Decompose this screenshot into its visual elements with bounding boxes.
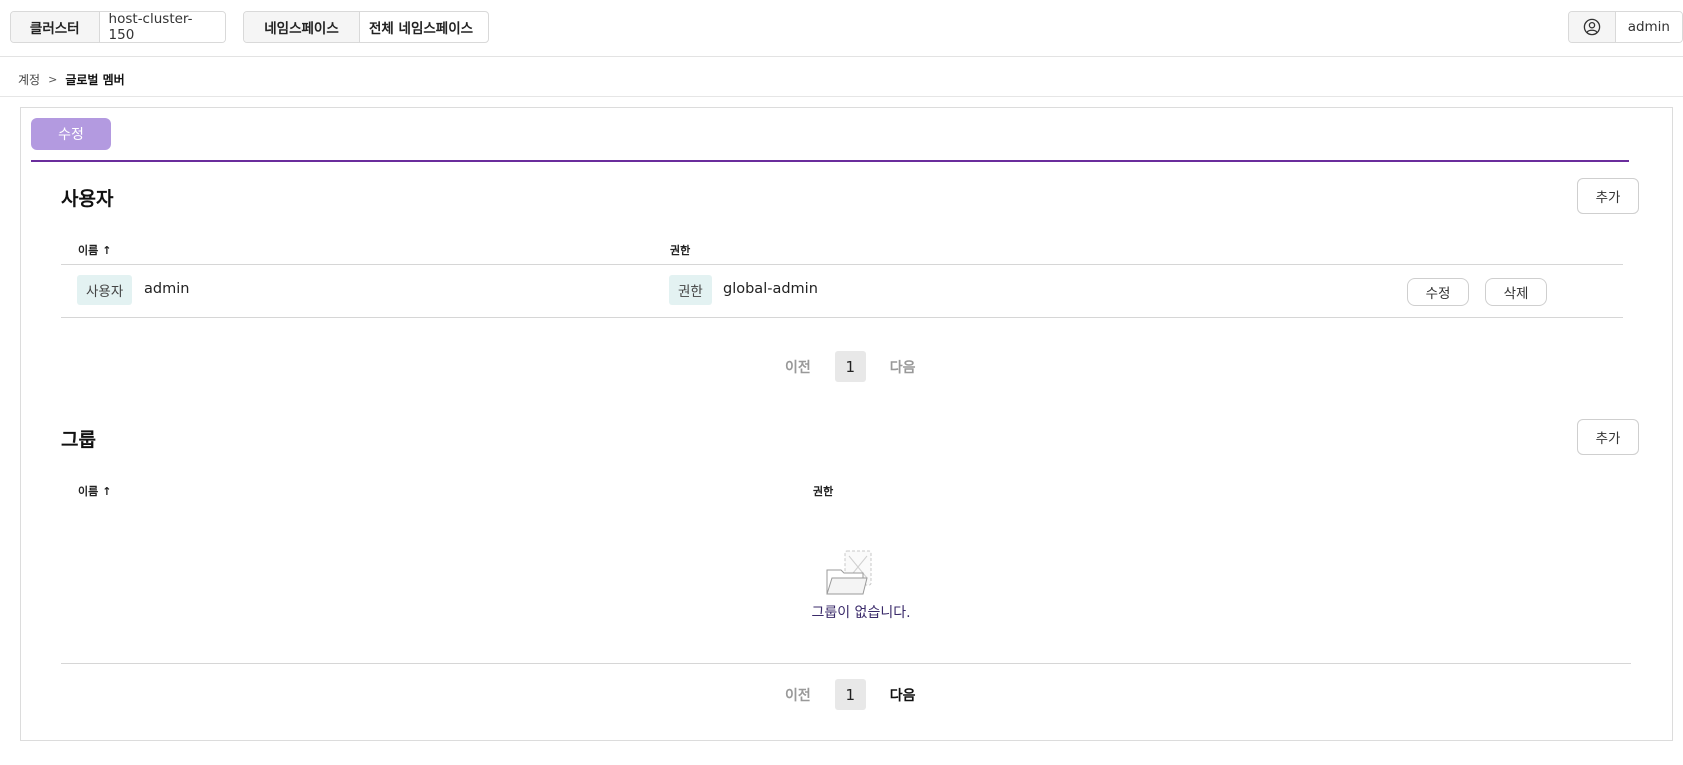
groups-pager: 이전 1 다음	[785, 679, 916, 710]
user-icon-cell[interactable]	[1569, 12, 1615, 42]
empty-folder-icon	[826, 550, 872, 595]
groups-bottom-divider	[61, 663, 1631, 664]
top-bar: 클러스터 host-cluster-150 네임스페이스 전체 네임스페이스 a…	[0, 0, 1683, 57]
user-menu[interactable]: admin	[1568, 11, 1683, 43]
users-header-divider	[61, 264, 1623, 265]
chevron-right-icon: >	[48, 72, 58, 86]
user-circle-icon	[1583, 18, 1601, 36]
users-row-divider	[61, 317, 1623, 318]
row-delete-button[interactable]: 삭제	[1485, 278, 1547, 306]
page-number-button[interactable]: 1	[834, 351, 866, 382]
namespace-label: 네임스페이스	[244, 12, 359, 42]
cluster-selector[interactable]: 클러스터 host-cluster-150	[10, 11, 226, 43]
users-col-name-label: 이름	[78, 244, 99, 257]
groups-col-name-label: 이름	[78, 485, 99, 498]
arrow-up-icon: ↑	[102, 243, 112, 257]
edit-button[interactable]: 수정	[31, 118, 111, 150]
namespace-selector[interactable]: 네임스페이스 전체 네임스페이스	[243, 11, 489, 43]
users-section-title: 사용자	[61, 188, 114, 210]
breadcrumb-current: 글로벌 멤버	[65, 72, 125, 87]
toolbar-divider	[31, 160, 1629, 162]
role-badge: 권한	[669, 275, 712, 305]
users-pager: 이전 1 다음	[785, 351, 916, 382]
row-edit-button[interactable]: 수정	[1407, 278, 1469, 306]
cluster-value[interactable]: host-cluster-150	[98, 12, 225, 42]
groups-empty-message: 그룹이 없습니다.	[811, 605, 911, 621]
groups-section-title: 그룹	[61, 429, 96, 451]
content-panel: 수정 사용자 추가 이름 ↑ 권한 사용자 admin 권한 global-ad…	[20, 107, 1673, 741]
groups-col-role: 권한	[813, 483, 833, 499]
page-number-button[interactable]: 1	[834, 679, 866, 710]
cluster-label: 클러스터	[11, 12, 99, 42]
user-name-cell: admin	[144, 281, 190, 297]
add-user-button[interactable]: 추가	[1577, 178, 1639, 214]
groups-col-name[interactable]: 이름 ↑	[78, 483, 111, 499]
groups-col-role-label: 권한	[813, 485, 834, 498]
users-col-role: 권한	[670, 242, 690, 258]
namespace-value[interactable]: 전체 네임스페이스	[359, 12, 483, 42]
prev-page-button[interactable]: 이전	[785, 685, 811, 705]
breadcrumb: 계정 > 글로벌 멤버	[18, 70, 125, 88]
add-group-button[interactable]: 추가	[1577, 419, 1639, 455]
role-cell: global-admin	[723, 281, 818, 297]
breadcrumb-divider	[0, 96, 1683, 97]
user-name[interactable]: admin	[1614, 12, 1682, 42]
breadcrumb-parent[interactable]: 계정	[18, 71, 40, 88]
next-page-button[interactable]: 다음	[890, 357, 916, 377]
users-col-role-label: 권한	[670, 244, 691, 257]
next-page-button[interactable]: 다음	[890, 685, 916, 705]
type-badge: 사용자	[77, 275, 133, 305]
arrow-up-icon: ↑	[102, 484, 112, 498]
prev-page-button[interactable]: 이전	[785, 357, 811, 377]
users-col-name[interactable]: 이름 ↑	[78, 242, 111, 258]
